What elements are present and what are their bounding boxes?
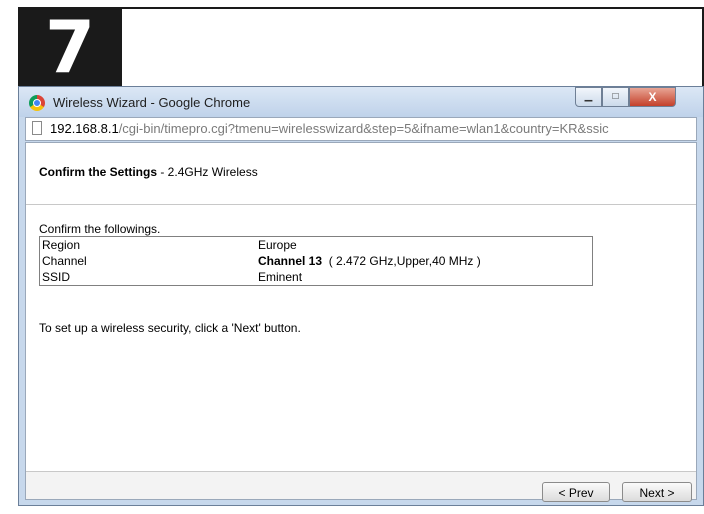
- table-row: Channel Channel 13 ( 2.472 GHz,Upper,40 …: [40, 253, 593, 269]
- settings-table: Region Europe Channel Channel 13 ( 2.472…: [39, 236, 593, 286]
- page-title: Confirm the Settings - 2.4GHz Wireless: [39, 165, 258, 179]
- table-row: SSID Eminent: [40, 269, 593, 286]
- row-value-text: Eminent: [258, 270, 303, 284]
- prev-button[interactable]: < Prev: [542, 482, 610, 502]
- url-host: 192.168.8.1: [50, 121, 119, 136]
- close-button[interactable]: X: [629, 87, 676, 107]
- row-key: Region: [42, 238, 81, 252]
- row-value-bold: Channel 13: [258, 254, 323, 268]
- minimize-button[interactable]: ▁: [575, 87, 602, 107]
- step-header-rule: [122, 7, 704, 9]
- url-text: 192.168.8.1/cgi-bin/timepro.cgi?tmenu=wi…: [50, 121, 609, 136]
- row-key: SSID: [42, 270, 71, 284]
- intro-text: Confirm the followings.: [39, 222, 161, 236]
- browser-window: Wireless Wizard - Google Chrome ▁ □ X 19…: [18, 86, 704, 506]
- instruction-text: To set up a wireless security, click a '…: [39, 321, 301, 335]
- maximize-button[interactable]: □: [602, 87, 629, 107]
- row-value: Eminent: [256, 269, 593, 286]
- title-bar[interactable]: Wireless Wizard - Google Chrome ▁ □ X: [19, 87, 703, 117]
- header-divider: [26, 204, 696, 205]
- page-title-suffix: - 2.4GHz Wireless: [157, 165, 258, 179]
- page-icon: [32, 121, 42, 135]
- row-key: Channel: [42, 254, 87, 268]
- chrome-icon: [29, 95, 45, 111]
- address-bar[interactable]: 192.168.8.1/cgi-bin/timepro.cgi?tmenu=wi…: [25, 117, 697, 141]
- page-content: Confirm the Settings - 2.4GHz Wireless C…: [25, 142, 697, 502]
- table-row: Region Europe: [40, 237, 593, 254]
- row-value: Channel 13 ( 2.472 GHz,Upper,40 MHz ): [256, 253, 593, 269]
- row-value-text: ( 2.472 GHz,Upper,40 MHz ): [322, 254, 481, 268]
- page-title-bold: Confirm the Settings: [39, 165, 158, 179]
- window-title: Wireless Wizard - Google Chrome: [53, 95, 251, 110]
- url-path: /cgi-bin/timepro.cgi?tmenu=wirelesswizar…: [118, 121, 609, 136]
- next-button[interactable]: Next >: [622, 482, 692, 502]
- row-value-text: Europe: [258, 238, 297, 252]
- step-number-badge: 7: [18, 7, 122, 87]
- row-value: Europe: [256, 237, 593, 254]
